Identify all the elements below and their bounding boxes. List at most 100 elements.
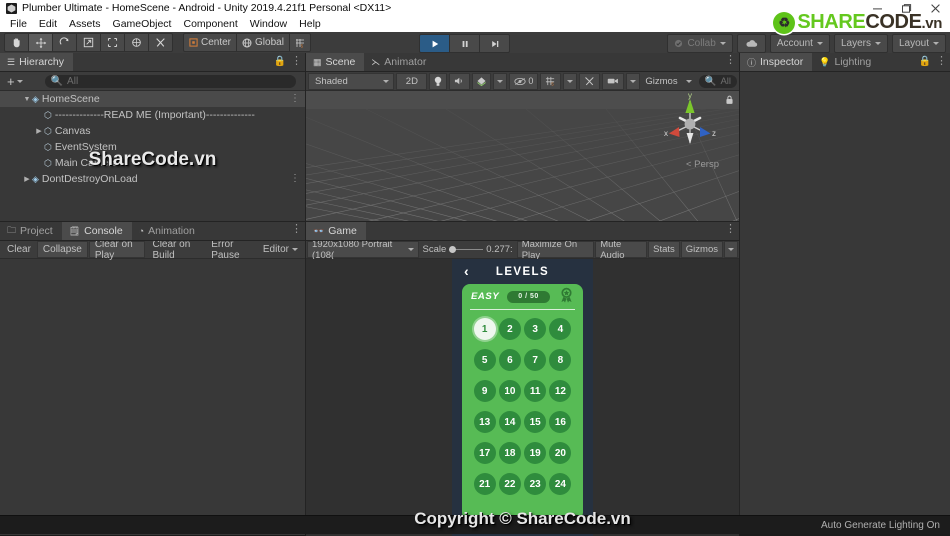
level-button[interactable]: 3 — [524, 318, 547, 340]
expand-triangle-down-icon[interactable]: ▼ — [22, 96, 32, 103]
scene-menu-icon[interactable]: ⋮ — [725, 55, 736, 66]
layers-button[interactable]: Layers — [833, 34, 888, 53]
step-button[interactable] — [479, 34, 510, 53]
scene-tools-icon[interactable] — [579, 72, 601, 90]
scene-projection-label[interactable]: < Persp — [686, 159, 719, 170]
camera-caret-button[interactable] — [626, 72, 641, 90]
row-menu-icon[interactable]: ⋮ — [290, 94, 300, 104]
horizontal-divider[interactable] — [0, 221, 739, 222]
hierarchy-row-canvas[interactable]: ▶ ⬡ Canvas — [0, 123, 305, 139]
editor-dropdown[interactable]: Editor — [257, 241, 304, 258]
menu-file[interactable]: File — [4, 16, 33, 32]
account-button[interactable]: Account — [769, 34, 830, 53]
lightbulb-icon[interactable] — [429, 72, 448, 90]
clear-button[interactable]: Clear — [1, 241, 37, 258]
scene-search-input[interactable]: 🔍 All — [698, 74, 737, 88]
gizmos-dropdown[interactable]: Gizmos — [642, 74, 680, 89]
mute-audio-button[interactable]: Mute Audio — [595, 239, 648, 261]
error-pause-button[interactable]: Error Pause — [205, 239, 257, 261]
back-chevron-icon[interactable]: ‹ — [464, 263, 469, 279]
hierarchy-search-input[interactable]: 🔍 All — [44, 74, 296, 88]
stats-button[interactable]: Stats — [648, 241, 680, 258]
rotate-tool-icon[interactable] — [52, 33, 77, 52]
menu-edit[interactable]: Edit — [33, 16, 63, 32]
level-button[interactable]: 16 — [549, 411, 572, 433]
scene-visibility-button[interactable]: 0 — [509, 72, 539, 90]
shading-mode-dropdown[interactable]: Shaded — [308, 72, 395, 90]
audio-icon[interactable] — [449, 72, 471, 90]
lock-icon[interactable]: 🔒 — [919, 56, 931, 67]
gizmos-button[interactable]: Gizmos — [680, 241, 723, 258]
scale-slider[interactable]: Scale 0.277: — [420, 242, 516, 257]
collab-button[interactable]: Collab — [667, 34, 733, 53]
move-tool-icon[interactable] — [28, 33, 53, 52]
row-menu-icon[interactable]: ⋮ — [290, 174, 300, 184]
level-button[interactable]: 14 — [498, 411, 521, 433]
expand-triangle-right-icon[interactable]: ▶ — [34, 127, 44, 135]
scene-camera-lock-icon[interactable] — [725, 95, 734, 107]
gizmos-caret-button[interactable] — [683, 74, 695, 89]
tab-hierarchy[interactable]: ☰ Hierarchy — [0, 53, 74, 71]
level-button[interactable]: 5 — [473, 349, 496, 371]
level-button[interactable]: 4 — [549, 318, 572, 340]
grid-caret-button[interactable] — [563, 72, 578, 90]
level-button[interactable]: 13 — [473, 411, 496, 433]
menu-help[interactable]: Help — [293, 16, 327, 32]
cloud-button[interactable] — [736, 34, 766, 53]
menu-window[interactable]: Window — [244, 16, 293, 32]
game-viewport[interactable]: ‹ LEVELS EASY 0 / 50 1 2 3 4 5 6 7 8 9 1… — [306, 259, 739, 536]
level-button[interactable]: 2 — [498, 318, 521, 340]
fx-caret-button[interactable] — [493, 72, 508, 90]
hierarchy-menu-icon[interactable]: ⋮ — [291, 56, 302, 67]
level-button[interactable]: 22 — [498, 473, 521, 495]
level-button[interactable]: 10 — [498, 380, 521, 402]
hand-tool-icon[interactable] — [4, 33, 29, 52]
snap-settings-button[interactable]: 5 — [288, 33, 311, 52]
tab-inspector[interactable]: ⓘ Inspector — [740, 53, 813, 71]
rect-tool-icon[interactable] — [100, 33, 125, 52]
scene-axis-gizmo[interactable]: y x z — [659, 91, 721, 159]
hierarchy-row-homescene[interactable]: ▼ ◈ HomeScene ⋮ — [0, 91, 305, 107]
fx-dropdown-button[interactable] — [472, 72, 492, 90]
tab-lighting[interactable]: 💡 Lighting — [812, 53, 881, 71]
tab-animator[interactable]: ⋋ Animator — [364, 53, 436, 71]
menu-gameobject[interactable]: GameObject — [107, 16, 178, 32]
play-button[interactable] — [419, 34, 450, 53]
maximize-icon[interactable] — [892, 0, 921, 16]
level-button[interactable]: 21 — [473, 473, 496, 495]
handle-mode-button[interactable]: Global — [236, 33, 290, 52]
gizmos-caret-button[interactable] — [724, 241, 738, 258]
level-button[interactable]: 15 — [524, 411, 547, 433]
transform-tool-icon[interactable] — [124, 33, 149, 52]
tab-scene[interactable]: ▦ Scene — [306, 53, 365, 71]
scale-tool-icon[interactable] — [76, 33, 101, 52]
clear-on-play-button[interactable]: Clear on Play — [88, 239, 146, 261]
inspector-menu-icon[interactable]: ⋮ — [936, 56, 947, 67]
level-button[interactable]: 24 — [549, 473, 572, 495]
collapse-button[interactable]: Collapse — [36, 241, 88, 258]
maximize-on-play-button[interactable]: Maximize On Play — [516, 239, 595, 261]
scene-viewport[interactable]: y x z < Persp — [306, 91, 739, 241]
level-button[interactable]: 18 — [498, 442, 521, 464]
hierarchy-row-readme[interactable]: ⬡ --------------READ ME (Important)-----… — [0, 107, 305, 123]
2d-toggle-button[interactable]: 2D — [396, 72, 428, 90]
level-button[interactable]: 9 — [473, 380, 496, 402]
scale-slider-track[interactable] — [449, 246, 484, 253]
level-button[interactable]: 17 — [473, 442, 496, 464]
game-menu-icon[interactable]: ⋮ — [725, 224, 736, 235]
layout-button[interactable]: Layout — [891, 34, 946, 53]
clear-on-build-button[interactable]: Clear on Build — [146, 239, 205, 261]
add-gameobject-button[interactable]: + — [3, 74, 27, 89]
menu-assets[interactable]: Assets — [63, 16, 107, 32]
vertical-divider-right[interactable] — [739, 53, 740, 516]
close-icon[interactable] — [921, 0, 950, 16]
tab-console[interactable]: 🗒 Console — [61, 222, 132, 240]
console-log-area[interactable] — [0, 259, 305, 535]
level-button[interactable]: 8 — [549, 349, 572, 371]
vertical-divider-left[interactable] — [305, 53, 306, 516]
tab-animation[interactable]: ◔ Animation — [131, 222, 204, 240]
resolution-dropdown[interactable]: 1920x1080 Portrait (108( — [307, 239, 419, 261]
minimize-icon[interactable] — [863, 0, 892, 16]
menu-component[interactable]: Component — [177, 16, 243, 32]
level-button[interactable]: 6 — [498, 349, 521, 371]
